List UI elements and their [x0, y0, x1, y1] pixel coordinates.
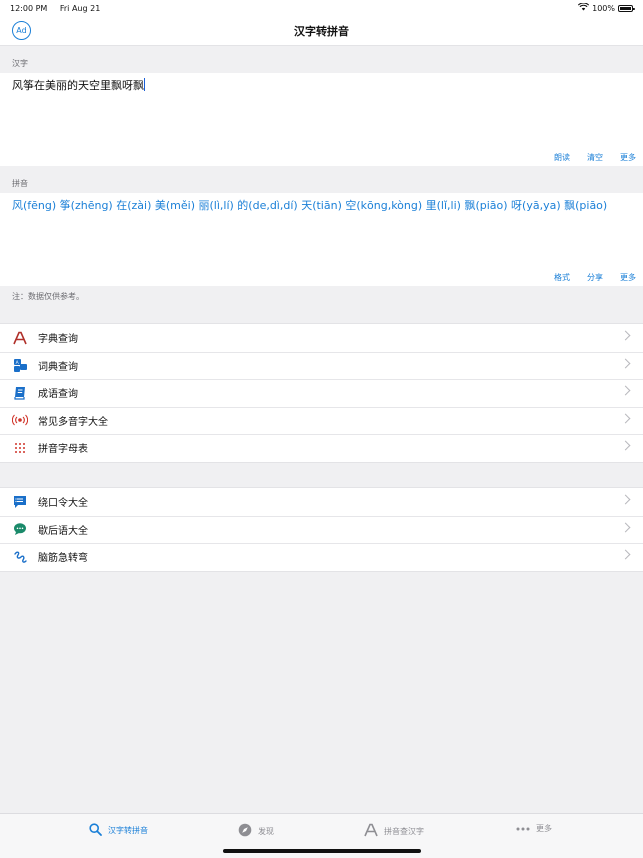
- menu-item-tongue-twisters[interactable]: 绕口令大全: [0, 488, 643, 516]
- menu-item-character-dictionary[interactable]: 字典查询: [0, 324, 643, 352]
- letter-a-icon: [364, 823, 378, 839]
- battery-icon: [618, 4, 635, 12]
- menu-item-label: 脑筋急转弯: [38, 553, 88, 565]
- letter-a-icon: [12, 330, 28, 346]
- navigation-bar: Ad 汉字转拼音: [0, 16, 643, 46]
- format-button[interactable]: 格式: [554, 272, 570, 283]
- tab-label: 更多: [536, 824, 552, 833]
- battery-percent: 100%: [592, 3, 615, 13]
- chevron-right-icon: [620, 358, 631, 368]
- chat-bubble-icon: [12, 521, 28, 537]
- menu-item-label: 拼音字母表: [38, 444, 88, 456]
- tab-pinyin-to-hanzi[interactable]: 拼音查汉字: [364, 823, 424, 839]
- page-title: 汉字转拼音: [294, 24, 349, 38]
- menu-item-xiehouyu[interactable]: 歇后语大全: [0, 515, 643, 544]
- menu-item-label: 常见多音字大全: [38, 416, 108, 428]
- fun-menu-group: 绕口令大全 歇后语大全 脑筋急转弯: [0, 487, 643, 572]
- menu-item-polyphonic-characters[interactable]: 常见多音字大全: [0, 406, 643, 435]
- wifi-icon: [578, 2, 590, 13]
- status-time: 12:00 PM: [10, 3, 48, 13]
- pinyin-output-panel: 风(fēng) 筝(zhēng) 在(zài) 美(měi) 丽(lì,lí) …: [0, 193, 643, 286]
- menu-item-label: 字典查询: [38, 334, 78, 346]
- menu-item-pinyin-alphabet[interactable]: 拼音字母表: [0, 434, 643, 462]
- menu-item-label: 歇后语大全: [38, 525, 88, 537]
- chevron-right-icon: [620, 549, 631, 560]
- tab-label: 发现: [258, 826, 274, 836]
- dots-grid-icon: [12, 440, 28, 456]
- book-icon: [12, 385, 28, 401]
- hanzi-input-field[interactable]: 风筝在美丽的天空里飘呀飘: [0, 73, 643, 98]
- chevron-right-icon: [620, 522, 631, 532]
- home-indicator[interactable]: [223, 849, 421, 853]
- tab-label: 汉字转拼音: [108, 826, 148, 835]
- menu-item-label: 词典查询: [38, 361, 78, 373]
- read-aloud-button[interactable]: 朗读: [554, 152, 570, 163]
- menu-item-word-dictionary[interactable]: A 词典查询: [0, 351, 643, 380]
- menu-item-brain-teasers[interactable]: 脑筋急转弯: [0, 543, 643, 571]
- menu-item-label: 成语查询: [38, 389, 78, 401]
- broadcast-icon: [12, 412, 28, 428]
- menu-item-label: 绕口令大全: [38, 498, 88, 510]
- tab-discover[interactable]: 发现: [238, 823, 274, 839]
- list-bubble-icon: [12, 494, 28, 510]
- chevron-right-icon: [620, 494, 631, 505]
- pinyin-section-label: 拼音: [0, 173, 643, 193]
- hanzi-more-button[interactable]: 更多: [620, 152, 636, 163]
- chevron-right-icon: [620, 330, 631, 341]
- dictionary-blocks-icon: A: [12, 357, 28, 373]
- chevron-right-icon: [620, 413, 631, 423]
- chevron-right-icon: [620, 385, 631, 396]
- disclaimer-note: 注：数据仅供参考。: [12, 292, 84, 301]
- hanzi-input-panel[interactable]: 风筝在美丽的天空里飘呀飘 朗读 清空 更多: [0, 73, 643, 166]
- compass-icon: [238, 823, 252, 839]
- squiggle-icon: [12, 549, 28, 565]
- pinyin-output-text: 风(fēng) 筝(zhēng) 在(zài) 美(měi) 丽(lì,lí) …: [12, 199, 608, 212]
- tab-label: 拼音查汉字: [384, 826, 424, 836]
- ad-button[interactable]: Ad: [12, 21, 31, 40]
- share-button[interactable]: 分享: [587, 272, 603, 283]
- lookup-menu-group: 字典查询 A 词典查询 成语查询 常见多音字大全 拼音字母表: [0, 323, 643, 463]
- hanzi-input-text: 风筝在美丽的天空里飘呀飘: [12, 79, 144, 92]
- clear-button[interactable]: 清空: [587, 152, 603, 163]
- status-bar: 12:00 PM Fri Aug 21 100%: [0, 0, 643, 16]
- text-cursor: [144, 78, 145, 91]
- search-icon: [89, 823, 102, 838]
- status-date: Fri Aug 21: [59, 3, 101, 13]
- chevron-right-icon: [620, 440, 631, 451]
- more-dots-icon: [516, 824, 530, 833]
- tab-more[interactable]: 更多: [516, 823, 552, 834]
- menu-item-idiom-lookup[interactable]: 成语查询: [0, 379, 643, 407]
- hanzi-section-label: 汉字: [0, 53, 643, 73]
- pinyin-more-button[interactable]: 更多: [620, 272, 636, 283]
- tab-hanzi-to-pinyin[interactable]: 汉字转拼音: [89, 823, 148, 838]
